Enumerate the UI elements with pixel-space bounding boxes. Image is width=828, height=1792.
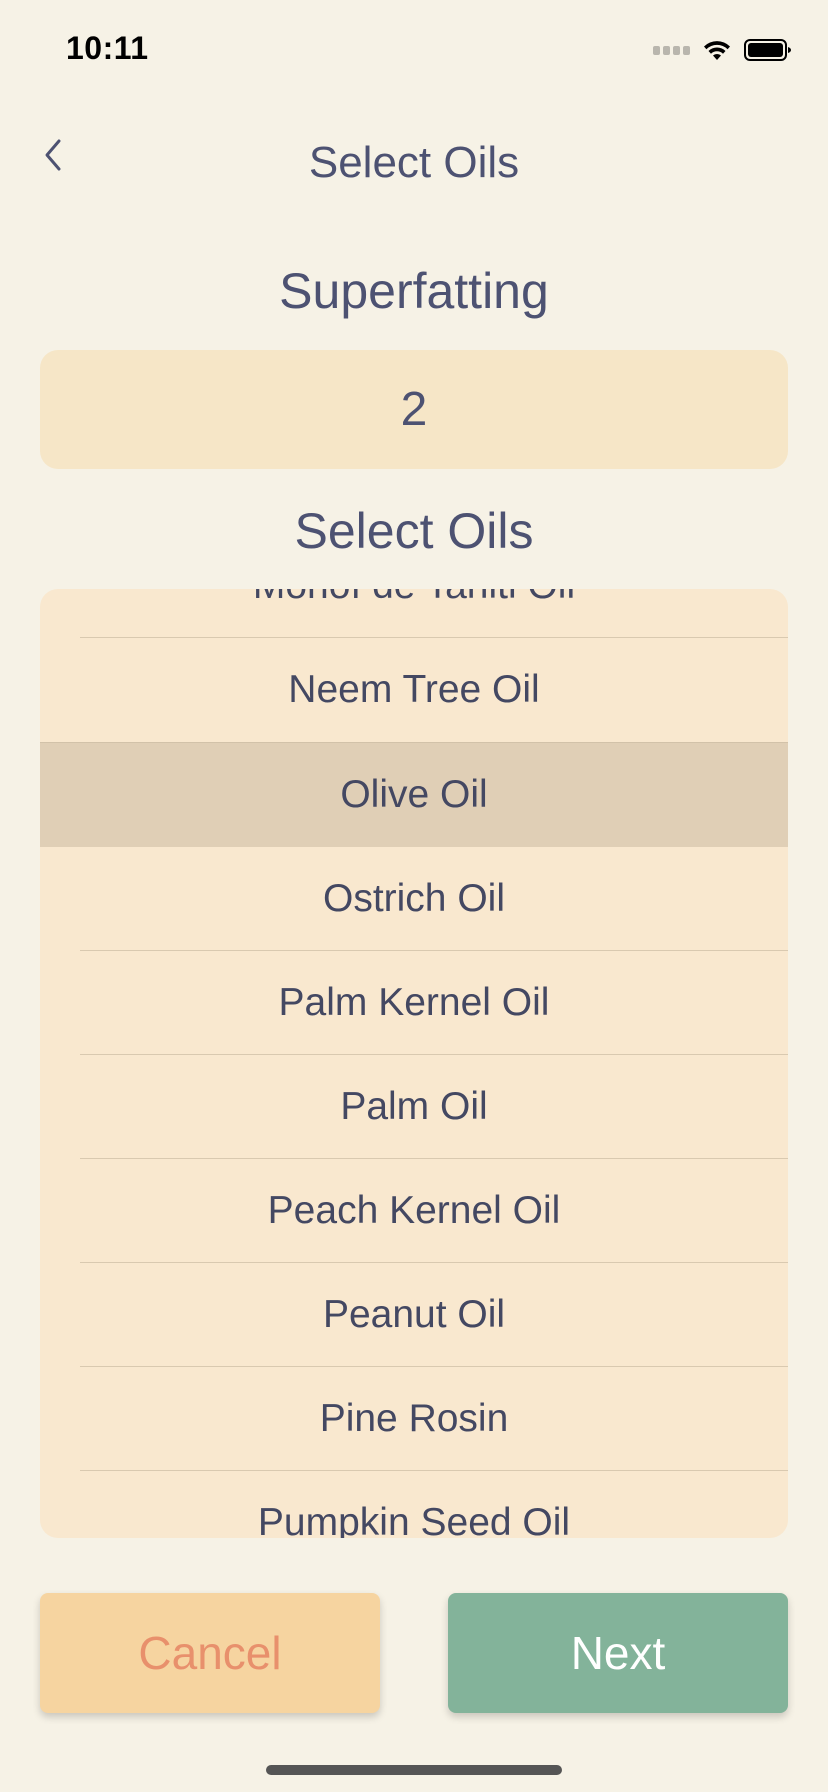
picker-row-selected[interactable]: Olive Oil	[40, 743, 788, 847]
picker-row-label: Monoï de Tahiti Oil	[253, 589, 575, 608]
status-bar: 10:11	[0, 0, 828, 100]
oil-picker-list: Monoï de Tahiti Oil Neem Tree Oil Olive Oi…	[40, 589, 788, 1538]
picker-row-label: Peanut Oil	[322, 1293, 506, 1336]
cancel-button[interactable]: Cancel	[40, 1593, 380, 1713]
select-oils-label: Select Oils	[294, 503, 534, 559]
picker-row-label: Pine Rosin	[319, 1397, 509, 1440]
picker-row[interactable]: Pumpkin Seed Oil	[40, 1471, 788, 1538]
superfatting-value: 2	[400, 383, 428, 436]
wifi-icon	[704, 41, 730, 60]
superfatting-field[interactable]: 2	[40, 350, 788, 469]
picker-row-label: Neem Tree Oil	[288, 668, 540, 711]
picker-row[interactable]: Palm Kernel Oil	[40, 951, 788, 1055]
status-icons	[653, 36, 792, 64]
picker-row-label: Olive Oil	[340, 773, 488, 816]
picker-row[interactable]: Palm Oil	[40, 1055, 788, 1159]
picker-row-label: Peach Kernel Oil	[267, 1189, 561, 1232]
oil-picker[interactable]: Monoï de Tahiti Oil Neem Tree Oil Olive Oi…	[40, 589, 788, 1538]
next-button-label: Next	[570, 1627, 666, 1679]
home-indicator	[266, 1765, 562, 1775]
picker-row[interactable]: Peanut Oil	[40, 1263, 788, 1367]
cellular-signal-icon	[653, 45, 690, 55]
superfatting-label: Superfatting	[279, 263, 549, 319]
navigation-bar: Select Oils	[0, 110, 828, 210]
picker-row-label: Ostrich Oil	[322, 877, 505, 920]
picker-row-label: Palm Kernel Oil	[278, 981, 550, 1024]
battery-icon	[744, 39, 791, 61]
picker-row-label: Pumpkin Seed Oil	[257, 1501, 571, 1538]
picker-row-label: Palm Oil	[340, 1085, 488, 1128]
picker-row[interactable]: Ostrich Oil	[40, 847, 788, 951]
picker-row[interactable]: Pine Rosin	[40, 1367, 788, 1471]
picker-row[interactable]: Peach Kernel Oil	[40, 1159, 788, 1263]
status-time: 10:11	[66, 30, 149, 66]
picker-row[interactable]: Neem Tree Oil	[40, 638, 788, 743]
page-title: Select Oils	[308, 138, 520, 187]
next-button[interactable]: Next	[448, 1593, 788, 1713]
picker-row[interactable]: Monoï de Tahiti Oil	[40, 589, 788, 638]
cancel-button-label: Cancel	[138, 1627, 282, 1679]
